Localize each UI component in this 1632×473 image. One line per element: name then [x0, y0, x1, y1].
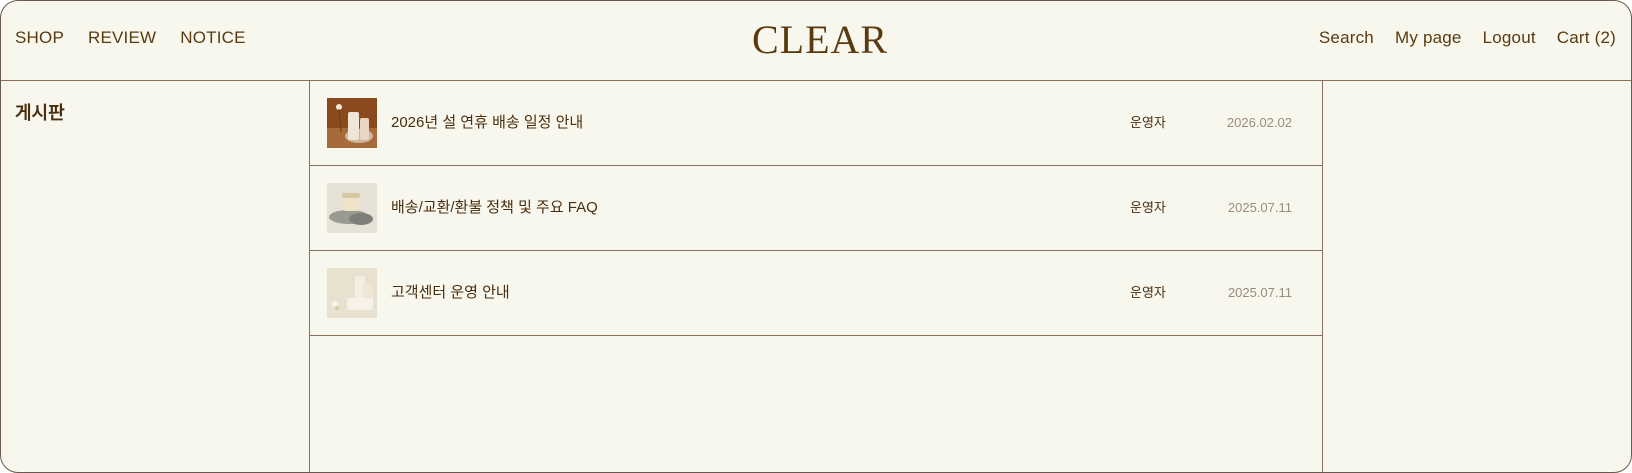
post-author: 운영자: [1130, 285, 1166, 300]
post-thumbnail: [327, 98, 377, 148]
post-date: 2025.07.11: [1227, 200, 1292, 215]
page-frame: SHOP REVIEW NOTICE CLEAR Search My page …: [0, 0, 1632, 473]
my-page-link[interactable]: My page: [1395, 27, 1462, 49]
cart-link[interactable]: Cart (2): [1557, 27, 1616, 49]
list-item[interactable]: 배송/교환/환불 정책 및 주요 FAQ 운영자 2025.07.11: [310, 166, 1322, 251]
list-item[interactable]: 고객센터 운영 안내 운영자 2025.07.11: [310, 251, 1322, 336]
list-item[interactable]: 2026년 설 연휴 배송 일정 안내 운영자 2026.02.02: [310, 81, 1322, 166]
utility-nav: Search My page Logout Cart (2): [1319, 27, 1616, 49]
post-title[interactable]: 2026년 설 연휴 배송 일정 안내: [391, 113, 583, 133]
post-list: 2026년 설 연휴 배송 일정 안내 운영자 2026.02.02 배송/교환…: [310, 81, 1323, 472]
post-title[interactable]: 고객센터 운영 안내: [391, 283, 510, 303]
post-date: 2025.07.11: [1227, 285, 1292, 300]
post-title[interactable]: 배송/교환/환불 정책 및 주요 FAQ: [391, 198, 598, 218]
search-link[interactable]: Search: [1319, 27, 1374, 49]
post-author: 운영자: [1130, 200, 1166, 215]
logout-link[interactable]: Logout: [1483, 27, 1536, 49]
post-date: 2026.02.02: [1226, 115, 1292, 130]
nav-shop[interactable]: SHOP: [15, 27, 64, 49]
post-author: 운영자: [1130, 115, 1166, 130]
brand-logo[interactable]: CLEAR: [752, 15, 888, 65]
board-title: 게시판: [15, 103, 65, 123]
post-thumbnail: [327, 183, 377, 233]
nav-notice[interactable]: NOTICE: [180, 27, 245, 49]
sidebar: 게시판: [1, 81, 310, 472]
post-thumbnail: [327, 268, 377, 318]
site-header: SHOP REVIEW NOTICE CLEAR Search My page …: [1, 1, 1631, 81]
main-nav: SHOP REVIEW NOTICE: [15, 27, 246, 49]
nav-review[interactable]: REVIEW: [88, 27, 156, 49]
